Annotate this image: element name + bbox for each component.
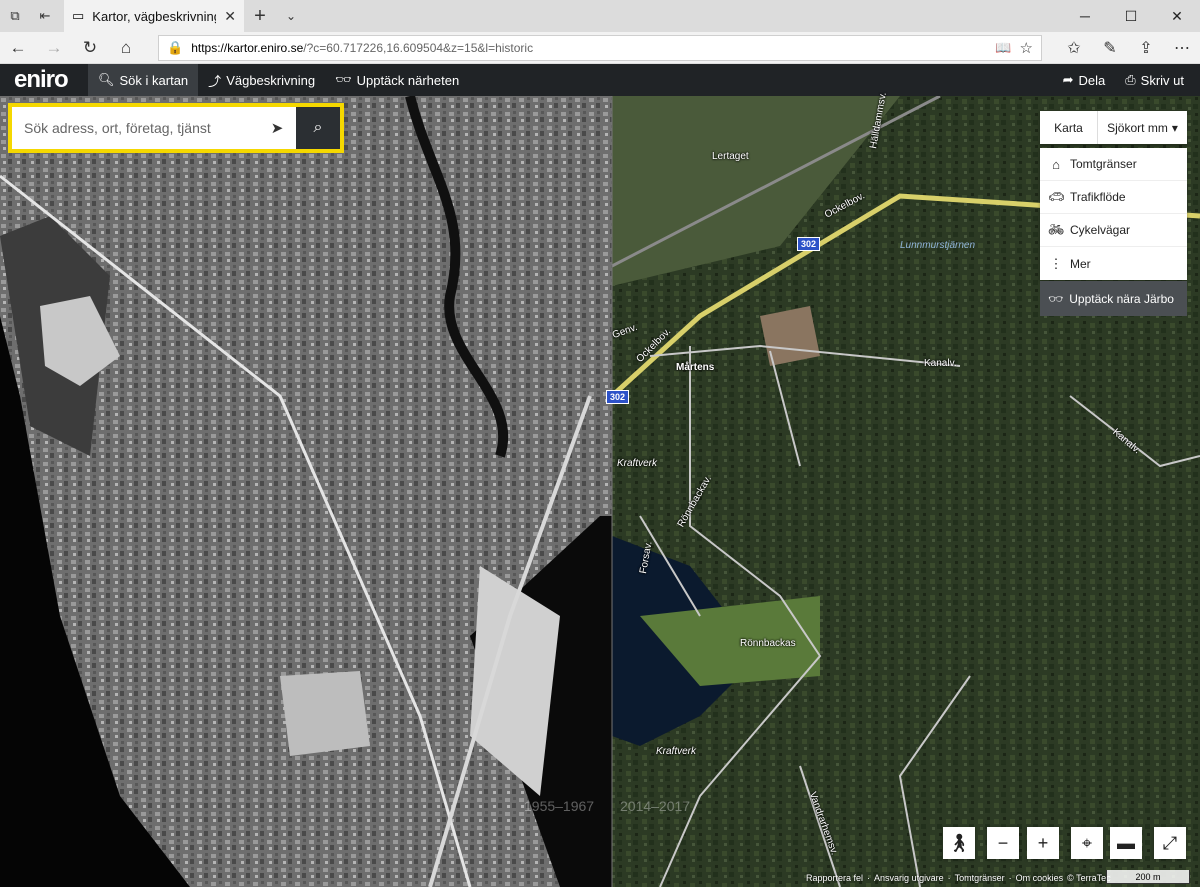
attr-copyright: © TerraTec bbox=[1067, 872, 1111, 883]
tab-page-icon: ▭ bbox=[72, 8, 85, 23]
my-position-button[interactable]: ⌖ bbox=[1071, 827, 1103, 859]
search-map-tab[interactable]: 🔍︎ Sök i kartan bbox=[88, 64, 199, 96]
new-tab-icon[interactable]: + bbox=[244, 0, 276, 32]
layer-trafikflode[interactable]: 🚗︎ Trafikflöde bbox=[1040, 181, 1187, 214]
zoom-out-button[interactable]: − bbox=[987, 827, 1019, 859]
tab-list-chevron-icon[interactable]: ⌄ bbox=[276, 0, 306, 32]
map-canvas[interactable] bbox=[0, 96, 1200, 887]
home-icon[interactable]: ⌂ bbox=[108, 32, 144, 64]
street-view-button[interactable]: 🚶︎ bbox=[943, 827, 975, 859]
search-panel: ➤ ⌕ bbox=[8, 103, 344, 153]
person-icon: 🚶︎ bbox=[947, 832, 971, 853]
attr-report-error[interactable]: Rapportera fel bbox=[806, 873, 863, 883]
directions-tab[interactable]: ⤴ Vägbeskrivning bbox=[198, 64, 325, 96]
year-left: 1955–1967 bbox=[524, 798, 595, 814]
map-label-lertaget: Lertaget bbox=[712, 151, 749, 162]
map-type-selector: Karta Sjökort mm ▾ bbox=[1040, 111, 1187, 144]
layer-cykelvagar[interactable]: 🚲︎ Cykelvägar bbox=[1040, 214, 1187, 247]
map-label-ronnbackas: Rönnbackas bbox=[740, 638, 796, 649]
plus-icon: + bbox=[1037, 832, 1049, 853]
address-bar[interactable]: 🔒 https://kartor.eniro.se/?c=60.717226,1… bbox=[158, 34, 1042, 61]
scale-bar: 200 m bbox=[1106, 870, 1190, 884]
browser-titlebar: ⧉ ⇤ ▭ Kartor, vägbeskrivninga ✕ + ⌄ ─ ☐ … bbox=[0, 0, 1200, 32]
map-imagery bbox=[0, 96, 1200, 887]
share-arrow-icon: ➦ bbox=[1062, 72, 1074, 87]
set-aside-tabs-icon[interactable]: ⇤ bbox=[30, 0, 60, 32]
attribution-bar: Rapportera fel · Ansvarig utgivare · Tomtg… bbox=[806, 872, 1111, 883]
reading-view-icon[interactable]: 📖 bbox=[995, 40, 1011, 56]
more-menu-icon[interactable]: ⋯ bbox=[1164, 38, 1200, 58]
crosshair-icon: ⌖ bbox=[1081, 832, 1093, 853]
browser-navbar: ← → ↻ ⌂ 🔒 https://kartor.eniro.se/?c=60.… bbox=[0, 32, 1200, 64]
minimize-icon[interactable]: ─ bbox=[1062, 0, 1108, 32]
close-window-icon[interactable]: ✕ bbox=[1154, 0, 1200, 32]
layer-tomtgranser[interactable]: ⌂ Tomtgränser bbox=[1040, 148, 1187, 181]
map-label-kraftverk-2: Kraftverk bbox=[656, 746, 697, 757]
directions-icon: ⤴ bbox=[208, 73, 222, 89]
printer-icon: ⎙ bbox=[1125, 72, 1136, 87]
minus-icon: − bbox=[997, 832, 1009, 853]
zoom-in-button[interactable]: + bbox=[1027, 827, 1059, 859]
house-icon: ⌂ bbox=[1052, 156, 1060, 172]
layers-panel: ⌂ Tomtgränser 🚗︎ Trafikflöde 🚲︎ Cykelväg… bbox=[1040, 148, 1187, 280]
expand-icon: ⤢ bbox=[1162, 832, 1178, 853]
binoculars-icon: 👓︎ bbox=[1048, 291, 1064, 306]
share-icon[interactable]: ⇪ bbox=[1128, 38, 1164, 58]
map-label-kanalv: Kanalv. bbox=[924, 358, 957, 369]
locate-me-icon[interactable]: ➤ bbox=[258, 107, 296, 149]
refresh-icon[interactable]: ↻ bbox=[72, 32, 108, 64]
attr-plot-boundaries[interactable]: Tomtgränser bbox=[955, 873, 1005, 883]
browser-tab-active[interactable]: ▭ Kartor, vägbeskrivninga ✕ bbox=[64, 0, 244, 32]
chevron-down-icon: ▾ bbox=[1171, 120, 1178, 135]
favorites-hub-icon[interactable]: ✩ bbox=[1056, 38, 1092, 58]
print-button[interactable]: ⎙ Skriv ut bbox=[1115, 64, 1194, 96]
attr-cookies[interactable]: Om cookies bbox=[1016, 873, 1064, 883]
pen-notes-icon[interactable]: ✎ bbox=[1092, 38, 1128, 58]
tab-title: Kartor, vägbeskrivninga bbox=[92, 8, 217, 24]
map-label-martens: Mårtens bbox=[676, 362, 715, 373]
explore-nearby-button[interactable]: 👓︎ Upptäck nära Järbo bbox=[1040, 281, 1187, 316]
url-text[interactable]: https://kartor.eniro.se/?c=60.717226,16.… bbox=[191, 41, 987, 55]
maximize-icon[interactable]: ☐ bbox=[1108, 0, 1154, 32]
year-right: 2014–2017 bbox=[620, 798, 691, 814]
search-input[interactable] bbox=[12, 107, 258, 149]
back-icon[interactable]: ← bbox=[0, 32, 36, 64]
map-label-kraftverk: Kraftverk bbox=[617, 458, 658, 469]
lock-icon: 🔒 bbox=[167, 39, 184, 55]
fullscreen-button[interactable]: ⤢ bbox=[1154, 827, 1186, 859]
tab-close-icon[interactable]: ✕ bbox=[224, 8, 236, 25]
explore-nearby-tab[interactable]: 👓︎ Upptäck närheten bbox=[325, 64, 469, 96]
attr-publisher[interactable]: Ansvarig utgivare bbox=[874, 873, 944, 883]
share-button[interactable]: ➦ Dela bbox=[1053, 64, 1116, 96]
magnifier-icon: 🔍︎ bbox=[98, 72, 115, 87]
search-button[interactable]: ⌕ bbox=[296, 107, 340, 149]
layer-mer[interactable]: ⋮ Mer bbox=[1040, 247, 1187, 280]
favorite-star-icon[interactable]: ☆ bbox=[1020, 39, 1033, 57]
search-icon: ⌕ bbox=[313, 119, 323, 136]
eniro-logo[interactable]: eniro bbox=[0, 64, 88, 96]
map-type-karta[interactable]: Karta bbox=[1040, 111, 1098, 144]
measure-button[interactable]: ▬ bbox=[1110, 827, 1142, 859]
car-icon: 🚗︎ bbox=[1048, 189, 1065, 204]
tab-actions-icon[interactable]: ⧉ bbox=[0, 0, 30, 32]
more-icon: ⋮ bbox=[1049, 255, 1063, 271]
eniro-toolbar: eniro 🔍︎ Sök i kartan ⤴ Vägbeskrivning 👓… bbox=[0, 64, 1200, 96]
map-type-dropdown[interactable]: Sjökort mm ▾ bbox=[1098, 111, 1187, 144]
road-shield-302: 302 bbox=[797, 237, 821, 251]
ruler-icon: ▬ bbox=[1117, 832, 1135, 853]
binoculars-icon: 👓︎ bbox=[335, 72, 352, 87]
forward-icon[interactable]: → bbox=[36, 32, 72, 64]
road-shield-302-b: 302 bbox=[606, 390, 630, 404]
map-label-lake: Lunnmurstjärnen bbox=[900, 240, 976, 251]
bicycle-icon: 🚲︎ bbox=[1048, 222, 1065, 237]
